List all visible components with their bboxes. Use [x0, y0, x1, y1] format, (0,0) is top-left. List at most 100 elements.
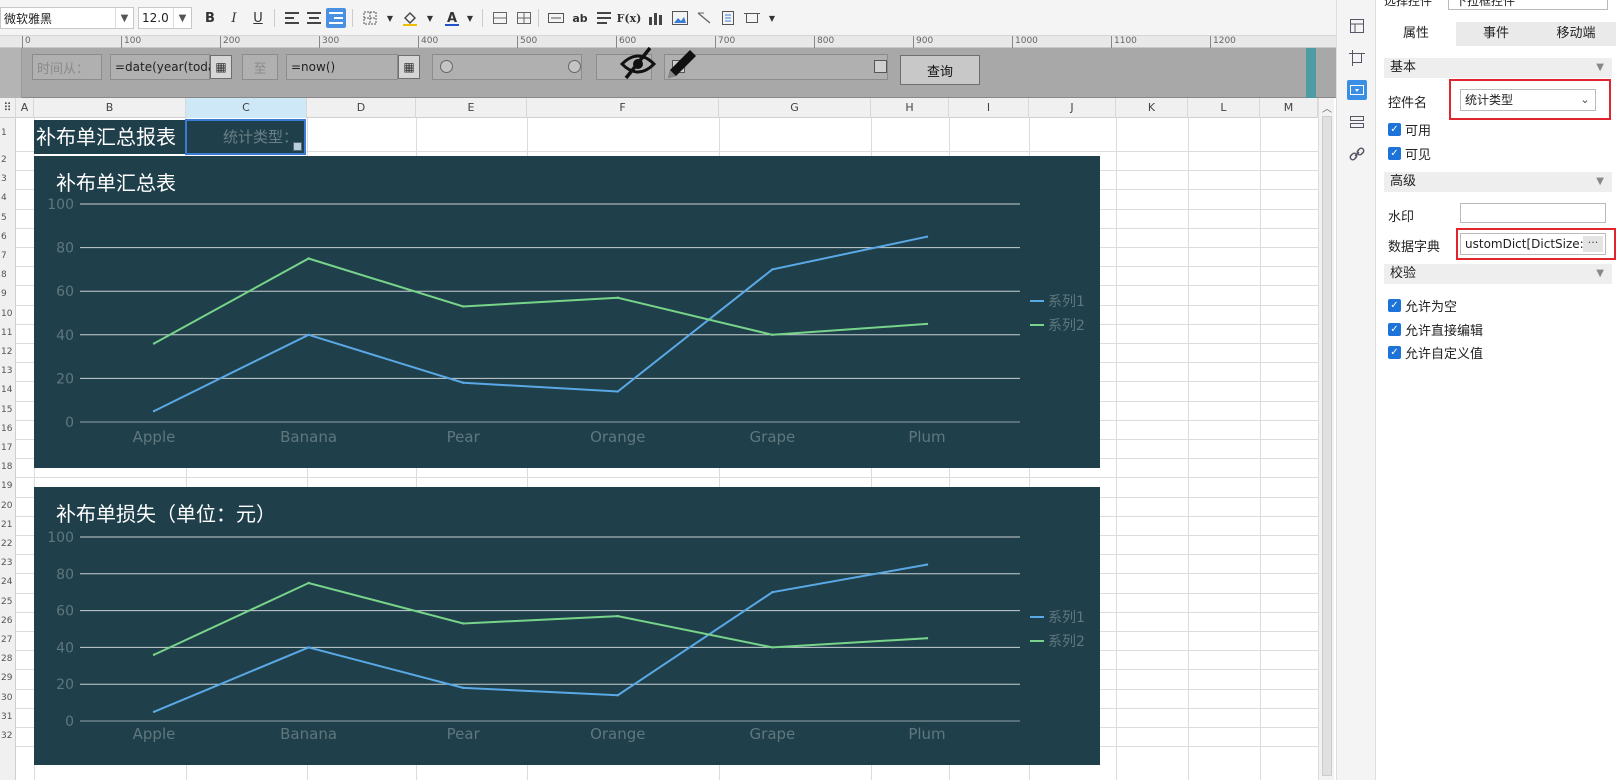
column-header-a[interactable]: A	[16, 98, 34, 118]
row-header-8[interactable]: 8	[0, 270, 16, 280]
eye-slash-icon[interactable]	[618, 40, 658, 84]
series-2-point[interactable]	[307, 581, 310, 585]
allow-empty-checkbox[interactable]: ✓ 允许为空	[1388, 296, 1457, 315]
float-element-icon[interactable]	[1347, 48, 1367, 68]
series-line-1[interactable]	[153, 235, 928, 412]
align-center-icon[interactable]	[304, 8, 324, 28]
series-1-point[interactable]	[771, 591, 774, 594]
section-validate[interactable]: 校验 ▼	[1384, 264, 1612, 284]
allow-custom-checkbox[interactable]: ✓ 允许自定义值	[1388, 343, 1483, 362]
series-1-point[interactable]	[152, 710, 156, 713]
series-1-point[interactable]	[925, 235, 929, 238]
split-cells-icon[interactable]	[514, 8, 534, 28]
row-header-22[interactable]: 22	[0, 539, 16, 549]
row-header-25[interactable]: 25	[0, 597, 16, 607]
row-header-11[interactable]: 11	[0, 328, 16, 338]
italic-icon[interactable]: I	[224, 8, 244, 28]
font-color-icon[interactable]: A	[442, 8, 462, 28]
scroll-up-icon[interactable]: ︿	[1322, 100, 1332, 115]
tab-events[interactable]: 事件	[1456, 22, 1536, 46]
pencil-icon[interactable]	[660, 40, 700, 84]
bold-icon[interactable]: B	[200, 8, 220, 28]
slash-icon[interactable]	[694, 8, 714, 28]
series-line-2[interactable]	[153, 581, 928, 656]
tab-attributes[interactable]: 属性	[1376, 22, 1456, 46]
series-2-point[interactable]	[616, 296, 619, 299]
series-2-point[interactable]	[925, 322, 929, 326]
row-header-10[interactable]: 10	[0, 309, 16, 319]
widget-settings-icon[interactable]	[1347, 80, 1367, 100]
series-2-point[interactable]	[771, 333, 774, 336]
series-1-point[interactable]	[307, 646, 310, 649]
merge-cells-icon[interactable]	[490, 8, 510, 28]
condition-attr-icon[interactable]	[1347, 112, 1367, 132]
row-header-15[interactable]: 15	[0, 405, 16, 415]
series-2-point[interactable]	[152, 653, 156, 656]
chevron-down-icon[interactable]: ▼	[762, 8, 782, 28]
watermark-input[interactable]	[1460, 203, 1606, 223]
row-header-12[interactable]: 12	[0, 347, 16, 357]
image-icon[interactable]	[670, 8, 690, 28]
row-header-13[interactable]: 13	[0, 366, 16, 376]
checkbox[interactable]	[874, 60, 887, 73]
series-2-point[interactable]	[925, 637, 929, 640]
font-name-select[interactable]: 微软雅黑 ▼	[0, 7, 134, 29]
row-header-19[interactable]: 19	[0, 481, 16, 491]
row-header-32[interactable]: 32	[0, 731, 16, 741]
stat-type-cell[interactable]: 统计类型：	[185, 119, 306, 155]
column-header-f[interactable]: F	[527, 98, 719, 118]
row-header-23[interactable]: 23	[0, 558, 16, 568]
series-1-point[interactable]	[925, 563, 929, 566]
font-size-select[interactable]: 12.0 ▼	[138, 7, 192, 29]
vertical-scrollbar[interactable]: ︿	[1318, 98, 1334, 780]
row-header-16[interactable]: 16	[0, 424, 16, 434]
row-header-17[interactable]: 17	[0, 443, 16, 453]
row-header-30[interactable]: 30	[0, 693, 16, 703]
row-header-26[interactable]: 26	[0, 616, 16, 626]
column-header-c[interactable]: C	[186, 98, 307, 118]
column-header-k[interactable]: K	[1116, 98, 1188, 118]
chevron-down-icon[interactable]: ▼	[460, 8, 480, 28]
column-header-i[interactable]: I	[949, 98, 1029, 118]
row-header-28[interactable]: 28	[0, 654, 16, 664]
column-header-l[interactable]: L	[1188, 98, 1260, 118]
column-header-j[interactable]: J	[1029, 98, 1116, 118]
row-header-3[interactable]: 3	[0, 174, 16, 184]
calendar-icon[interactable]: ▦	[398, 55, 420, 79]
radio-option[interactable]	[568, 60, 581, 73]
series-2-point[interactable]	[771, 646, 774, 649]
select-all-corner[interactable]: ⠿	[0, 98, 16, 118]
row-header-31[interactable]: 31	[0, 712, 16, 722]
chart-loss[interactable]: 补布单损失（单位：元） 0 20 40 60 80 100 Apple Banana Pear Or…	[34, 487, 1100, 765]
row-header-5[interactable]: 5	[0, 213, 16, 223]
series-1-point[interactable]	[771, 268, 774, 271]
panel-resize-handle[interactable]	[1306, 48, 1316, 98]
calendar-icon[interactable]: ▦	[210, 55, 232, 79]
series-2-point[interactable]	[462, 305, 465, 308]
row-header-7[interactable]: 7	[0, 251, 16, 261]
section-advanced[interactable]: 高级 ▼	[1384, 172, 1612, 192]
series-1-point[interactable]	[616, 390, 619, 393]
column-header-b[interactable]: B	[34, 98, 186, 118]
align-left-icon[interactable]	[282, 8, 302, 28]
text-field-icon[interactable]	[546, 8, 566, 28]
radio-option[interactable]	[440, 60, 453, 73]
column-header-m[interactable]: M	[1260, 98, 1318, 118]
series-1-point[interactable]	[462, 686, 465, 690]
enabled-checkbox[interactable]: ✓ 可用	[1388, 120, 1431, 139]
column-header-h[interactable]: H	[871, 98, 949, 118]
widget-handle-icon[interactable]	[293, 142, 302, 151]
spreadsheet-grid[interactable]: 补布单汇总报表 统计类型： 补布单汇总表 0 20 40 60 80 100 Apple Ban…	[16, 118, 1318, 780]
sub-report-icon[interactable]	[718, 8, 738, 28]
query-button[interactable]: 查询	[900, 55, 980, 85]
row-header-29[interactable]: 29	[0, 673, 16, 683]
end-date-input[interactable]: =now()	[286, 54, 398, 80]
section-basic[interactable]: 基本 ▼	[1384, 58, 1612, 78]
tab-mobile[interactable]: 移动端	[1536, 22, 1616, 46]
row-header-9[interactable]: 9	[0, 289, 16, 299]
border-icon[interactable]	[360, 8, 380, 28]
fill-color-icon[interactable]	[400, 8, 420, 28]
column-header-e[interactable]: E	[416, 98, 527, 118]
frame-icon[interactable]	[742, 8, 762, 28]
link-icon[interactable]	[1347, 144, 1367, 164]
